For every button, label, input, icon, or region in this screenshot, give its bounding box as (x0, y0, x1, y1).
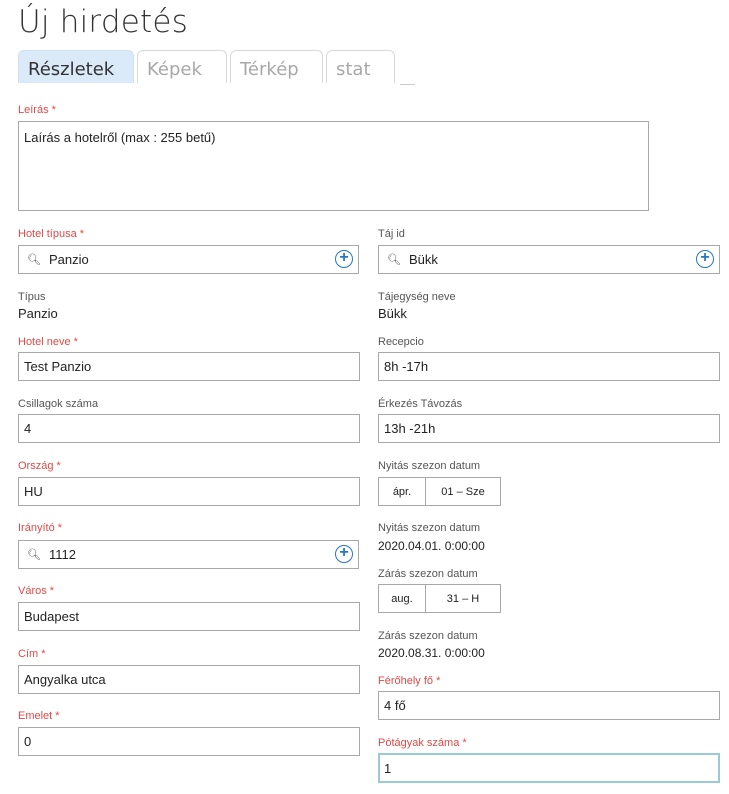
erkezes-label: Érkezés Távozás (378, 398, 463, 410)
tipus-label: Típus (18, 291, 46, 303)
taj-id-label: Táj id (378, 228, 405, 240)
erkezes-input[interactable]: 13h -21h (378, 414, 720, 443)
potagyak-input[interactable]: 1 (378, 753, 720, 783)
csillagok-value: 4 (24, 421, 32, 436)
hotel-neve-label: Hotel neve * (18, 336, 78, 348)
iranyito-label: Irányító * (18, 522, 63, 534)
leiras-textarea[interactable]: Laírás a hotelről (max : 255 betű) (18, 121, 649, 211)
cim-value: Angyalka utca (24, 672, 106, 687)
potagyak-label: Pótágyak száma * (378, 737, 467, 749)
recepcio-label: Recepcio (378, 336, 424, 348)
page-title: Új hirdetés (18, 4, 188, 40)
tab-terkep[interactable]: Térkép (230, 50, 323, 83)
tajegyseg-neve-label: Tájegység neve (378, 291, 456, 303)
nyitas-day[interactable]: 01 – Sze (426, 478, 500, 505)
cim-label: Cím * (18, 648, 46, 660)
ferohely-label: Férőhely fő * (378, 675, 441, 687)
iranyito-lookup[interactable]: 🔍︎ 1112 + (18, 540, 359, 569)
recepcio-value: 8h -17h (384, 359, 429, 374)
add-icon[interactable]: + (335, 545, 353, 563)
tab-kepek[interactable]: Képek (137, 50, 227, 83)
search-icon: 🔍︎ (27, 254, 41, 266)
nyitas-text-label: Nyitás szezon datum (378, 522, 481, 534)
emelet-label: Emelet * (18, 710, 60, 722)
nyitas-text-value: 2020.04.01. 0:00:00 (378, 539, 485, 553)
erkezes-value: 13h -21h (384, 421, 436, 436)
emelet-input[interactable]: 0 (18, 727, 360, 756)
taj-id-value: Bükk (409, 252, 438, 267)
tab-reszletek[interactable]: Részletek (18, 50, 134, 83)
hotel-tipusa-label: Hotel típusa * (18, 228, 85, 240)
zaras-date-label: Zárás szezon datum (378, 568, 478, 580)
tab-divider (400, 84, 415, 85)
zaras-text-label: Zárás szezon datum (378, 630, 478, 642)
taj-id-lookup[interactable]: 🔍︎ Bükk + (378, 245, 720, 274)
cim-input[interactable]: Angyalka utca (18, 665, 360, 694)
add-icon[interactable]: + (696, 250, 714, 268)
hotel-tipusa-lookup[interactable]: 🔍︎ Panzio + (18, 245, 359, 274)
tajegyseg-neve-value: Bükk (378, 306, 407, 321)
search-icon: 🔍︎ (387, 254, 401, 266)
tipus-value: Panzio (18, 306, 58, 321)
nyitas-date-picker[interactable]: ápr. 01 – Sze (378, 477, 501, 506)
orszag-label: Ország * (18, 460, 61, 472)
hotel-neve-value: Test Panzio (24, 359, 92, 374)
potagyak-value: 1 (384, 760, 392, 776)
recepcio-input[interactable]: 8h -17h (378, 352, 720, 381)
ferohely-input[interactable]: 4 fő (378, 691, 720, 720)
orszag-input[interactable]: HU (18, 477, 360, 506)
ferohely-value: 4 fő (384, 698, 406, 713)
nyitas-date-label: Nyitás szezon datum (378, 460, 481, 472)
nyitas-month[interactable]: ápr. (379, 478, 426, 505)
orszag-value: HU (24, 484, 43, 499)
zaras-day[interactable]: 31 – H (426, 585, 500, 612)
search-icon: 🔍︎ (27, 549, 41, 561)
zaras-date-picker[interactable]: aug. 31 – H (378, 584, 501, 613)
csillagok-label: Csillagok száma (18, 398, 99, 410)
tab-stat[interactable]: stat (326, 50, 395, 83)
zaras-text-value: 2020.08.31. 0:00:00 (378, 646, 485, 660)
varos-label: Város * (18, 585, 55, 597)
csillagok-input[interactable]: 4 (18, 414, 360, 443)
emelet-value: 0 (24, 734, 32, 749)
zaras-month[interactable]: aug. (379, 585, 426, 612)
varos-value: Budapest (24, 609, 79, 624)
hotel-tipusa-value: Panzio (49, 252, 89, 267)
leiras-label: Leírás * (18, 104, 56, 116)
varos-input[interactable]: Budapest (18, 602, 360, 631)
iranyito-value: 1112 (49, 547, 76, 562)
leiras-value: Laírás a hotelről (max : 255 betű) (24, 130, 216, 145)
hotel-neve-input[interactable]: Test Panzio (18, 352, 360, 381)
add-icon[interactable]: + (335, 250, 353, 268)
